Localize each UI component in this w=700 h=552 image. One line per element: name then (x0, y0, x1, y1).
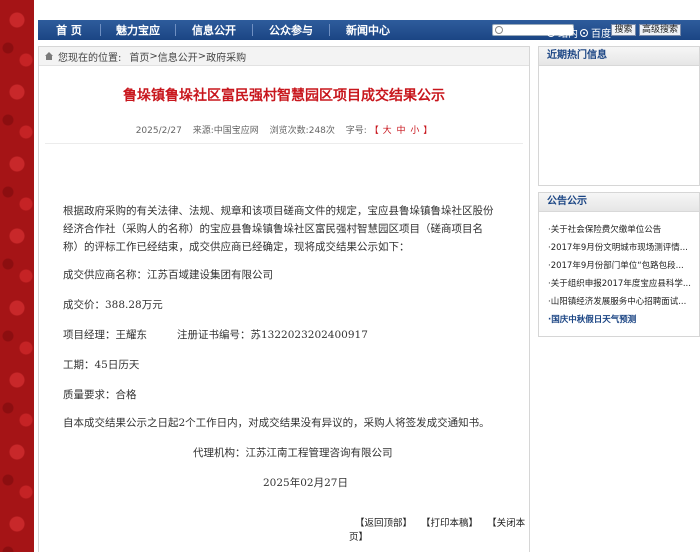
back-to-top-link[interactable]: 【返回顶部】 (355, 518, 412, 529)
intro-line: 经济合作社（采购人的名称）的宝应县鲁垛镇鲁垛社区富民强村智慧园区项目（磋商项目名 (63, 223, 483, 235)
cert-number: 注册证书编号：苏1322023202400917 (177, 329, 368, 341)
nav-item-news-center[interactable]: 新闻中心 (330, 22, 406, 38)
agency-name: 代理机构：江苏江南工程管理咨询有限公司 (193, 447, 393, 459)
breadcrumb-prefix: 您现在的位置: (58, 52, 122, 64)
breadcrumb-home-link[interactable]: 首页 (129, 49, 149, 64)
font-bracket: 【 (369, 126, 379, 136)
top-navigation-bar: 首 页 魅力宝应 信息公开 公众参与 新闻中心 站内 百度 搜索 高级搜索 (38, 20, 700, 40)
nav-item-info-disclosure[interactable]: 信息公开 (176, 22, 252, 38)
nav-item-charm-baoying[interactable]: 魅力宝应 (101, 22, 175, 38)
breadcrumb-info-link[interactable]: 信息公开 (158, 49, 198, 64)
deal-price: 成交价：388.28万元 (63, 299, 163, 311)
breadcrumb-procurement-link[interactable]: 政府采购 (206, 49, 246, 64)
radio-unchecked-icon (547, 28, 555, 37)
intro-line: 根据政府采购的有关法律、法规、规章和该项目磋商文件的规定，宝应县鲁垛镇鲁垛社区股… (63, 205, 494, 217)
notice-item[interactable]: ·关于社会保险费欠缴单位公告 (548, 223, 661, 235)
supplier-name: 成交供应商名称：江苏百域建设集团有限公司 (63, 269, 273, 281)
font-size-label: 字号: (345, 126, 367, 136)
font-size-medium-button[interactable]: 中 (396, 126, 405, 136)
radio-checked-icon (580, 28, 588, 37)
nav-item-public-participation[interactable]: 公众参与 (253, 22, 329, 38)
advanced-search-button[interactable]: 高级搜索 (639, 24, 681, 36)
notice-title: 公告公示 (539, 193, 699, 212)
breadcrumb-separator: > (149, 50, 158, 62)
construction-period: 工期：45日历天 (63, 359, 140, 371)
notice-item[interactable]: ·2017年9月份文明城市现场测评情... (548, 241, 688, 253)
source-value: 中国宝应网 (213, 126, 259, 136)
nav-item-home[interactable]: 首 页 (38, 22, 100, 38)
radio-site-label: 站内 (558, 29, 578, 40)
search-button[interactable]: 搜索 (611, 24, 636, 36)
radio-baidu-label: 百度 (591, 29, 611, 40)
article-meta: 2025/2/27 来源:中国宝应网 浏览次数:248次 字号: 【 大 中 小… (39, 123, 529, 136)
source-label: 来源: (192, 126, 214, 136)
sign-date: 2025年02月27日 (263, 477, 348, 489)
font-size-small-button[interactable]: 小 (410, 126, 419, 136)
font-size-control: 字号: 【 大 中 小 】 (346, 126, 433, 136)
view-count: 浏览次数:248次 (270, 126, 335, 136)
radio-baidu-search[interactable]: 百度 (580, 25, 611, 40)
project-manager: 项目经理：王耀东 (63, 329, 147, 341)
font-bracket: 】 (423, 126, 433, 136)
views-value: 248次 (308, 126, 335, 136)
divider (45, 143, 523, 144)
source-info: 来源:中国宝应网 (193, 126, 259, 136)
objection-notice: 自本成交结果公示之日起2个工作日内，对成交结果没有异议的，采购人将签发成交通知书… (63, 417, 490, 429)
quality-requirement: 质量要求：合格 (63, 389, 137, 401)
breadcrumb-separator: > (197, 50, 207, 62)
radio-site-search[interactable]: 站内 (547, 25, 578, 40)
publish-date: 2025/2/27 (135, 126, 182, 136)
hot-info-panel: 近期热门信息 (538, 46, 700, 186)
page-title: 鲁垛镇鲁垛社区富民强村智慧园区项目成交结果公示 (123, 88, 445, 104)
notice-item[interactable]: ·国庆中秋假日天气预测 (548, 313, 636, 325)
decorative-side-pattern (0, 0, 34, 552)
font-size-large-button[interactable]: 大 (383, 126, 392, 136)
breadcrumb: 您现在的位置: 首页 > 信息公开 > 政府采购 (39, 47, 529, 66)
article-footer-links: 【返回顶部】 【打印本稿】 【关闭本页】 (349, 515, 529, 543)
hot-info-title: 近期热门信息 (539, 47, 699, 66)
home-icon (45, 52, 53, 60)
notice-item[interactable]: ·2017年9月份部门单位“包路包段... (548, 259, 684, 271)
notice-panel: 公告公示 ·关于社会保险费欠缴单位公告 ·2017年9月份文明城市现场测评情..… (538, 192, 700, 337)
article-panel: 您现在的位置: 首页 > 信息公开 > 政府采购 鲁垛镇鲁垛社区富民强村智慧园区… (38, 46, 530, 552)
notice-item[interactable]: ·关于组织申报2017年度宝应县科学... (548, 277, 691, 289)
views-label: 浏览次数: (269, 126, 309, 136)
search-icon (495, 26, 503, 34)
intro-line: 称）的评标工作已经结束，成交供应商已经确定，现将成交结果公示如下： (63, 241, 410, 253)
notice-item[interactable]: ·山阳镇经济发展服务中心招聘面试... (548, 295, 686, 307)
print-link[interactable]: 【打印本稿】 (421, 518, 478, 529)
